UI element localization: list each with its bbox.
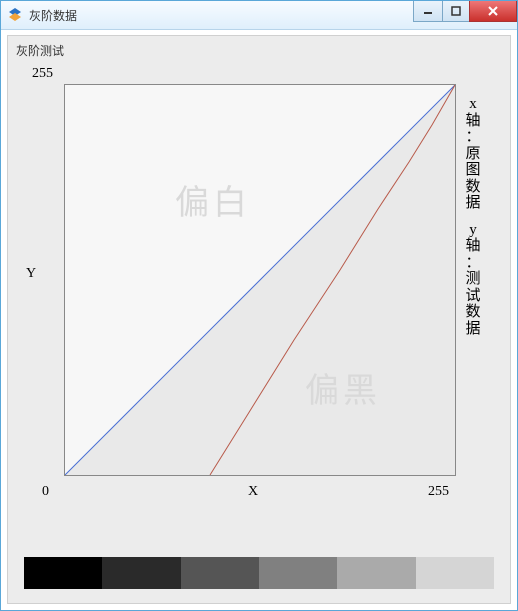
legend-char: 据: [464, 195, 482, 212]
legend-char: [464, 212, 482, 222]
grayscale-bar: [24, 557, 494, 589]
app-icon: [7, 7, 23, 23]
legend-char: 数: [464, 304, 482, 321]
y-axis-label: Y: [26, 266, 36, 282]
legend-char: ：: [464, 255, 482, 272]
panel-title: 灰阶测试: [16, 42, 64, 59]
legend-char: 据: [464, 321, 482, 338]
gray-step: [337, 557, 415, 589]
legend-char: x: [464, 96, 482, 113]
gray-step: [416, 557, 494, 589]
gray-step: [24, 557, 102, 589]
window-controls: [414, 1, 517, 21]
maximize-button[interactable]: [442, 1, 470, 22]
gray-step: [259, 557, 337, 589]
minimize-button[interactable]: [413, 1, 443, 22]
chart-svg: [65, 85, 455, 475]
y-axis-max: 255: [32, 66, 53, 82]
gray-step: [181, 557, 259, 589]
legend-char: 试: [464, 288, 482, 305]
client-area: 灰阶测试 255 Y 0 X 255 偏白 偏黑 x轴：原图数据y轴：测试数据: [7, 35, 511, 604]
close-button[interactable]: [469, 1, 517, 22]
legend-char: 轴: [464, 113, 482, 130]
window-title: 灰阶数据: [29, 7, 77, 24]
legend-char: 图: [464, 162, 482, 179]
x-axis-max: 255: [428, 484, 449, 500]
chart-plot: 偏白 偏黑: [64, 84, 456, 476]
legend-char: 轴: [464, 238, 482, 255]
legend-char: 测: [464, 271, 482, 288]
app-window: 灰阶数据 灰阶测试 255 Y 0 X 255: [0, 0, 518, 611]
gray-step: [102, 557, 180, 589]
x-axis-label: X: [248, 484, 258, 500]
axis-legend: x轴：原图数据y轴：测试数据: [464, 96, 482, 337]
legend-char: 数: [464, 179, 482, 196]
titlebar[interactable]: 灰阶数据: [1, 1, 517, 30]
x-axis-min: 0: [42, 484, 49, 500]
legend-char: ：: [464, 129, 482, 146]
legend-char: 原: [464, 146, 482, 163]
legend-char: y: [464, 222, 482, 239]
